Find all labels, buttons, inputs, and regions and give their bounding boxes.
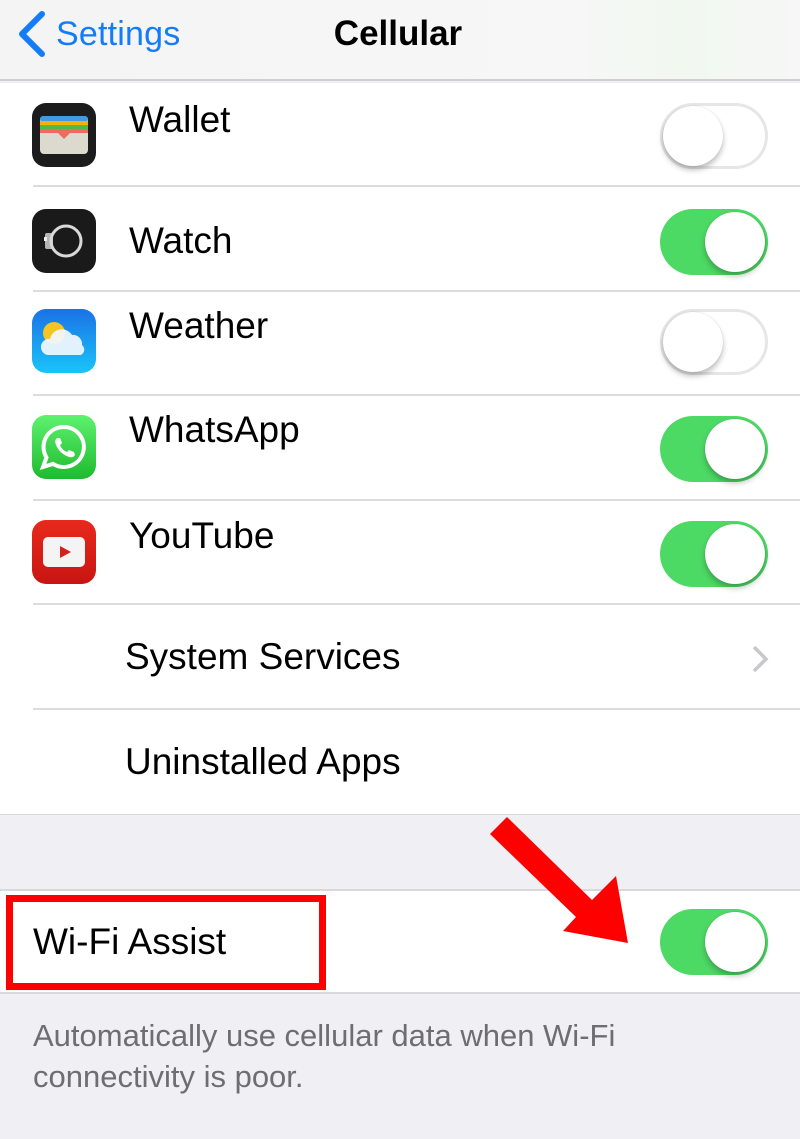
- navigation-bar: Settings Cellular: [0, 0, 800, 81]
- system-services-row[interactable]: System Services: [0, 605, 800, 710]
- watch-icon: [32, 209, 96, 273]
- youtube-toggle[interactable]: [660, 520, 768, 587]
- app-label: Watch: [129, 220, 233, 261]
- weather-icon: [32, 308, 96, 373]
- cellular-app-list: Wallet Watch Weather WhatsApp YouTube Sy…: [0, 83, 800, 815]
- toggle-knob: [705, 419, 765, 479]
- page-title: Cellular: [333, 14, 463, 53]
- toggle-knob: [705, 212, 765, 272]
- app-label: YouTube: [129, 514, 275, 556]
- uninstalled-apps-label: Uninstalled Apps: [125, 740, 401, 782]
- weather-toggle[interactable]: [660, 308, 768, 375]
- youtube-icon: [32, 519, 96, 584]
- toggle-knob: [663, 106, 723, 166]
- watch-toggle[interactable]: [660, 209, 768, 275]
- wifi-assist-description: Automatically use cellular data when Wi-…: [33, 1018, 616, 1094]
- list-item-wallet: Wallet: [0, 83, 800, 187]
- system-services-label: System Services: [125, 636, 401, 677]
- wifi-assist-toggle[interactable]: [660, 909, 768, 975]
- toggle-knob: [705, 912, 765, 972]
- wifi-assist-label: Wi-Fi Assist: [33, 921, 227, 962]
- wifi-assist-row: Wi-Fi Assist: [0, 889, 800, 994]
- whatsapp-toggle[interactable]: [660, 416, 768, 482]
- list-item-weather: Weather: [0, 292, 800, 396]
- list-item-watch: Watch: [0, 187, 800, 292]
- app-label: Weather: [129, 304, 269, 346]
- wallet-toggle[interactable]: [660, 103, 768, 169]
- wallet-icon: [32, 103, 96, 167]
- app-label: Wallet: [129, 99, 231, 140]
- list-item-youtube: YouTube: [0, 501, 800, 605]
- whatsapp-icon: [32, 415, 96, 479]
- list-item-whatsapp: WhatsApp: [0, 396, 800, 501]
- chevron-right-icon: [752, 645, 769, 673]
- toggle-knob: [705, 523, 765, 584]
- uninstalled-apps-row[interactable]: Uninstalled Apps: [0, 710, 800, 815]
- app-label: WhatsApp: [129, 409, 300, 450]
- toggle-knob: [663, 311, 723, 372]
